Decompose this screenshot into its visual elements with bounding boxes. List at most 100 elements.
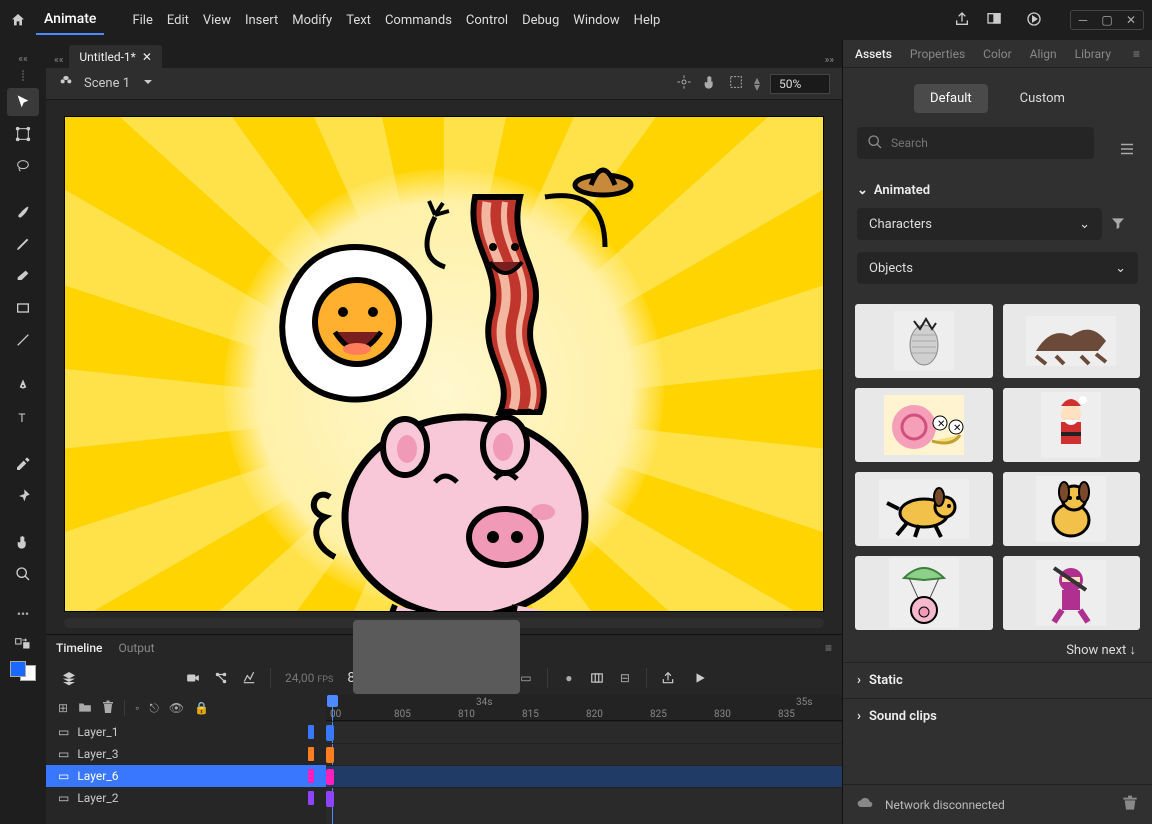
pen-tool[interactable] [7, 372, 39, 400]
section-animated[interactable]: ⌄ Animated [857, 179, 1138, 202]
tab-timeline[interactable]: Timeline [56, 641, 102, 655]
new-layer-icon[interactable]: ⊞ [58, 701, 68, 715]
stage-canvas[interactable] [64, 116, 824, 612]
section-static[interactable]: › Static [843, 662, 1152, 698]
list-view-icon[interactable] [1114, 136, 1140, 162]
pencil-tool[interactable] [7, 230, 39, 258]
stage-rotate-icon[interactable] [702, 74, 718, 93]
text-tool[interactable]: T [7, 404, 39, 432]
scene-dropdown-icon[interactable] [140, 74, 156, 93]
selection-tool[interactable] [7, 88, 39, 116]
menu-commands[interactable]: Commands [385, 13, 452, 28]
layer-row[interactable]: ▭ Layer_6 [46, 765, 326, 787]
asset-thumb-mummy[interactable] [855, 304, 993, 378]
layer-name[interactable]: Layer_2 [77, 791, 118, 805]
dropdown-objects[interactable]: Objects ⌄ [857, 252, 1138, 284]
menu-text[interactable]: Text [346, 13, 371, 28]
tween-icon[interactable]: ● [558, 667, 580, 689]
home-icon[interactable] [8, 10, 28, 30]
layer-row[interactable]: ▭ Layer_1 [46, 721, 326, 743]
graph-icon[interactable] [238, 667, 260, 689]
asset-thumb-ninja[interactable] [1003, 556, 1141, 630]
menu-file[interactable]: File [132, 13, 152, 28]
menu-modify[interactable]: Modify [292, 13, 332, 28]
layer-row[interactable]: ▭ Layer_3 [46, 743, 326, 765]
dropdown-characters[interactable]: Characters ⌄ [857, 208, 1102, 240]
track-row[interactable] [326, 765, 842, 787]
layer-row[interactable]: ▭ Layer_2 [46, 787, 326, 809]
timeline-ruler[interactable]: 34s 35s 00 805 810 815 820 825 830 835 8… [326, 695, 842, 721]
document-tab[interactable]: Untitled-1* ✕ [69, 45, 162, 68]
lasso-tool[interactable] [7, 152, 39, 180]
panel-tab-assets[interactable]: Assets [855, 47, 892, 61]
edit-multiple-frames-icon[interactable]: ⊟ [614, 667, 636, 689]
brush-tool[interactable] [7, 198, 39, 226]
asset-thumb-parachute-pig[interactable] [855, 556, 993, 630]
new-folder-icon[interactable] [78, 701, 92, 716]
assets-search[interactable] [857, 127, 1094, 159]
asset-thumb-wolf[interactable] [1003, 304, 1141, 378]
toolbar-expand-icon[interactable]: «« [18, 54, 27, 65]
track-row[interactable] [326, 743, 842, 765]
delete-layer-icon[interactable] [102, 700, 114, 717]
assets-mode-custom[interactable]: Custom [1004, 84, 1081, 113]
fill-color-swatch[interactable] [10, 661, 26, 677]
menu-debug[interactable]: Debug [522, 13, 559, 28]
tab-output[interactable]: Output [118, 641, 154, 655]
line-tool[interactable] [7, 326, 39, 354]
close-tab-icon[interactable]: ✕ [142, 50, 152, 64]
eraser-tool[interactable] [7, 262, 39, 290]
zoom-stepper-icon[interactable]: ▴▾ [754, 77, 760, 91]
asset-thumb-santa[interactable] [1003, 388, 1141, 462]
layer-parenting-icon[interactable] [210, 667, 232, 689]
toolbar-column-icon[interactable]: ┊ [20, 71, 26, 82]
layer-name[interactable]: Layer_6 [77, 769, 118, 783]
onion-skin-icon[interactable] [586, 667, 608, 689]
show-next-button[interactable]: Show next ↓ [843, 636, 1152, 662]
panel-tab-align[interactable]: Align [1030, 47, 1057, 61]
stage-horizontal-scrollbar[interactable] [64, 618, 824, 628]
doc-tabs-expand-right-icon[interactable]: »» [825, 55, 834, 66]
workspace-icon[interactable] [986, 11, 1002, 30]
export-icon[interactable] [657, 667, 679, 689]
timeline-track[interactable]: 34s 35s 00 805 810 815 820 825 830 835 8… [326, 695, 842, 824]
close-button[interactable]: ✕ [1119, 11, 1143, 29]
stage-center-icon[interactable] [676, 74, 692, 93]
panel-menu-icon[interactable]: ≡ [1133, 47, 1140, 61]
track-row[interactable] [326, 787, 842, 809]
more-tools-icon[interactable]: ••• [7, 600, 39, 628]
zoom-tool[interactable] [7, 560, 39, 588]
scene-name[interactable]: Scene 1 [84, 76, 130, 91]
delete-asset-icon[interactable] [1122, 795, 1138, 814]
menu-insert[interactable]: Insert [245, 13, 278, 28]
fps-value[interactable]: 24,00 [285, 671, 314, 685]
menu-control[interactable]: Control [466, 13, 508, 28]
pin-tool[interactable] [7, 482, 39, 510]
assets-search-input[interactable] [891, 136, 1084, 150]
layer-visibility-icon[interactable]: 👁 [169, 701, 184, 715]
zoom-level-input[interactable]: 50% [770, 74, 830, 94]
eyedropper-tool[interactable] [7, 450, 39, 478]
camera-icon[interactable] [182, 667, 204, 689]
panel-tab-properties[interactable]: Properties [910, 47, 965, 61]
asset-thumb-dog-run[interactable] [855, 472, 993, 546]
layer-name[interactable]: Layer_1 [77, 725, 118, 739]
swap-colors-icon[interactable] [15, 638, 31, 653]
layer-name[interactable]: Layer_3 [77, 747, 118, 761]
panel-tab-library[interactable]: Library [1075, 47, 1111, 61]
scene-icon[interactable] [58, 74, 74, 93]
play-icon[interactable] [689, 667, 711, 689]
menu-edit[interactable]: Edit [167, 13, 189, 28]
menu-help[interactable]: Help [634, 13, 661, 28]
panel-tab-color[interactable]: Color [983, 47, 1011, 61]
asset-thumb-dog-sit[interactable] [1003, 472, 1141, 546]
play-preview-icon[interactable] [1026, 11, 1042, 30]
menu-view[interactable]: View [203, 13, 231, 28]
layers-menu-icon[interactable] [58, 667, 80, 689]
maximize-button[interactable]: ▢ [1095, 11, 1119, 29]
section-sound-clips[interactable]: › Sound clips [843, 698, 1152, 734]
stage-clip-icon[interactable] [728, 74, 744, 93]
rectangle-tool[interactable] [7, 294, 39, 322]
layer-lock-icon[interactable]: 🔒 [194, 701, 209, 715]
doc-tabs-expand-icon[interactable]: «« [54, 55, 63, 66]
